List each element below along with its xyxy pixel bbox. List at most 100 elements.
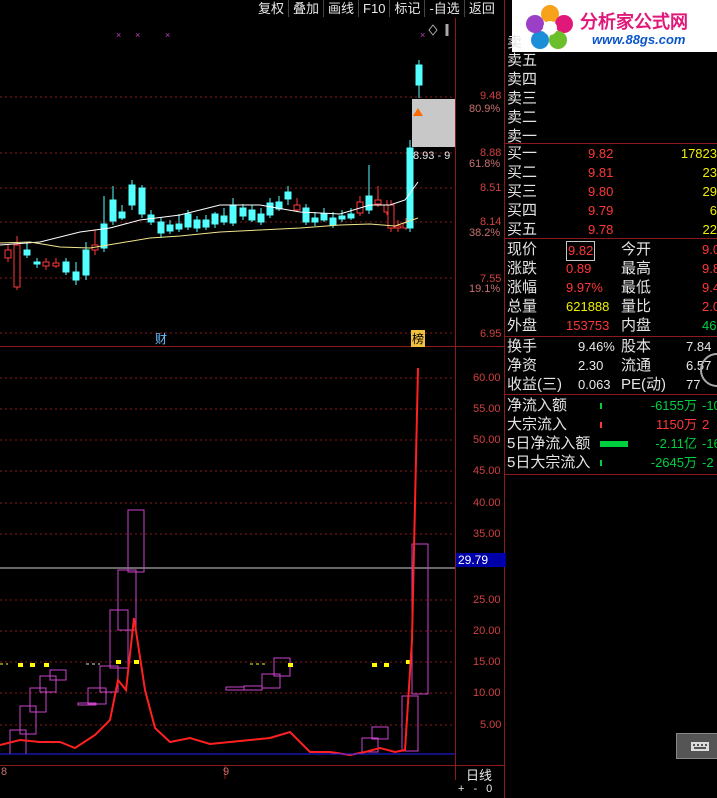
candle-body	[72, 271, 80, 281]
buy-level-label: 买二	[507, 164, 538, 181]
fib-tick: 38.2%	[469, 227, 501, 239]
fundamental-label: 流通	[621, 357, 652, 374]
candle-body	[175, 223, 183, 230]
fundamental-value: 9.46%	[578, 339, 615, 354]
indicator-box	[273, 657, 291, 677]
top-cross-marker: ×	[165, 30, 170, 40]
candle-body	[311, 217, 319, 223]
stat-label: 现价	[507, 241, 538, 258]
zoom-controls: + - 0	[458, 783, 492, 795]
candle-body	[320, 213, 328, 221]
fundamental-label: 净资	[507, 357, 538, 374]
panel-divider	[504, 0, 505, 798]
top-cross-marker: ×	[135, 30, 140, 40]
buy-level-volume: 17823	[680, 146, 717, 161]
indicator-box	[371, 726, 389, 740]
indicator-tick: 55.00	[473, 403, 501, 415]
candle-body	[387, 204, 395, 229]
reset-button[interactable]: 0	[486, 783, 492, 795]
candle-body	[266, 202, 274, 216]
flow-label: 大宗流入	[507, 416, 568, 433]
period-button[interactable]: 日线	[466, 765, 492, 784]
axis-divider	[455, 18, 456, 780]
date-label: 8	[1, 766, 8, 778]
fundamental-value: 0.063	[578, 377, 611, 392]
date-label: 9	[223, 766, 230, 778]
stat-label: 内盘	[621, 317, 652, 334]
flow-value: 1150万	[656, 417, 697, 432]
candle-body	[138, 187, 146, 215]
candle-body	[374, 199, 382, 205]
fundamental-value: 2.30	[578, 358, 604, 373]
indicator-tick: 25.00	[473, 594, 501, 606]
flow-extra: -16	[702, 436, 717, 451]
indicator-line	[0, 367, 419, 757]
stat-value: 9.8	[702, 261, 717, 276]
rank-event-marker[interactable]: 榜	[411, 330, 426, 347]
buy-level-volume: 6	[709, 203, 717, 218]
logo-url: www.88gs.com	[592, 32, 686, 47]
buy-level-label: 买五	[507, 221, 538, 238]
fundamental-label: 换手	[507, 338, 538, 355]
candle-body	[118, 211, 126, 219]
price-selection-box[interactable]	[412, 99, 455, 147]
top-cross-marker: ×	[420, 30, 425, 40]
signal-marker	[44, 663, 49, 667]
flow-label: 净流入额	[507, 397, 568, 414]
flow-label: 5日大宗流入	[507, 454, 591, 471]
price-tick: 8.51	[480, 182, 502, 194]
indicator-box	[127, 509, 145, 573]
indicator-tick: 35.00	[473, 528, 501, 540]
stat-label: 量比	[621, 298, 652, 315]
stat-label: 涨跌	[507, 260, 538, 277]
divider	[505, 238, 717, 239]
candle-body	[109, 199, 117, 222]
flow-bar	[600, 441, 628, 447]
candle-body	[338, 215, 346, 220]
stat-value: 9.97%	[566, 280, 603, 295]
stat-value: 153753	[566, 318, 610, 333]
signal-marker	[384, 663, 389, 667]
indicator-tick: 50.00	[473, 434, 501, 446]
sell-level-label: 卖四	[507, 71, 538, 88]
zoom-in-button[interactable]: +	[458, 783, 464, 795]
flow-value: -6155万	[650, 398, 697, 413]
keyboard-icon[interactable]	[676, 733, 717, 759]
buy-level-volume: 29	[702, 184, 717, 199]
indicator-box	[225, 686, 245, 691]
price-tick: 6.95	[480, 328, 502, 340]
divider	[505, 143, 717, 144]
fib-tick: 61.8%	[469, 158, 501, 170]
candle-body	[23, 249, 31, 256]
indicator-tick: 10.00	[473, 687, 501, 699]
buy-level-label: 买一	[507, 145, 538, 162]
indicator-box	[39, 675, 57, 693]
flow-extra: 2	[702, 417, 710, 432]
signal-marker	[372, 663, 377, 667]
flow-value: -2645万	[650, 455, 697, 470]
buy-level-price: 9.82	[588, 146, 614, 161]
candle-body	[42, 261, 50, 267]
candle-body	[33, 261, 41, 265]
candle-body	[229, 204, 237, 224]
candle-body	[166, 224, 174, 232]
flow-bar	[600, 403, 602, 409]
finance-event-marker[interactable]: 财	[155, 330, 167, 347]
stat-value: 4681	[702, 318, 717, 333]
site-logo: 分析家公式网 www.88gs.com	[512, 0, 717, 52]
candle-body	[415, 64, 423, 86]
indicator-box	[87, 687, 107, 705]
zoom-out-button[interactable]: -	[473, 783, 477, 795]
candle-body	[302, 207, 310, 223]
buy-level-price: 9.80	[588, 184, 614, 199]
candle-body	[193, 219, 201, 229]
top-cross-marker: ×	[116, 30, 121, 40]
fundamental-label: 收益(三)	[507, 376, 562, 393]
flower-logo-icon	[526, 5, 573, 49]
indicator-box	[49, 669, 67, 681]
buy-level-price: 9.79	[588, 203, 614, 218]
buy-level-volume: 22	[702, 222, 717, 237]
divider	[505, 394, 717, 395]
signal-marker	[288, 663, 293, 667]
logo-title: 分析家公式网	[580, 12, 688, 32]
